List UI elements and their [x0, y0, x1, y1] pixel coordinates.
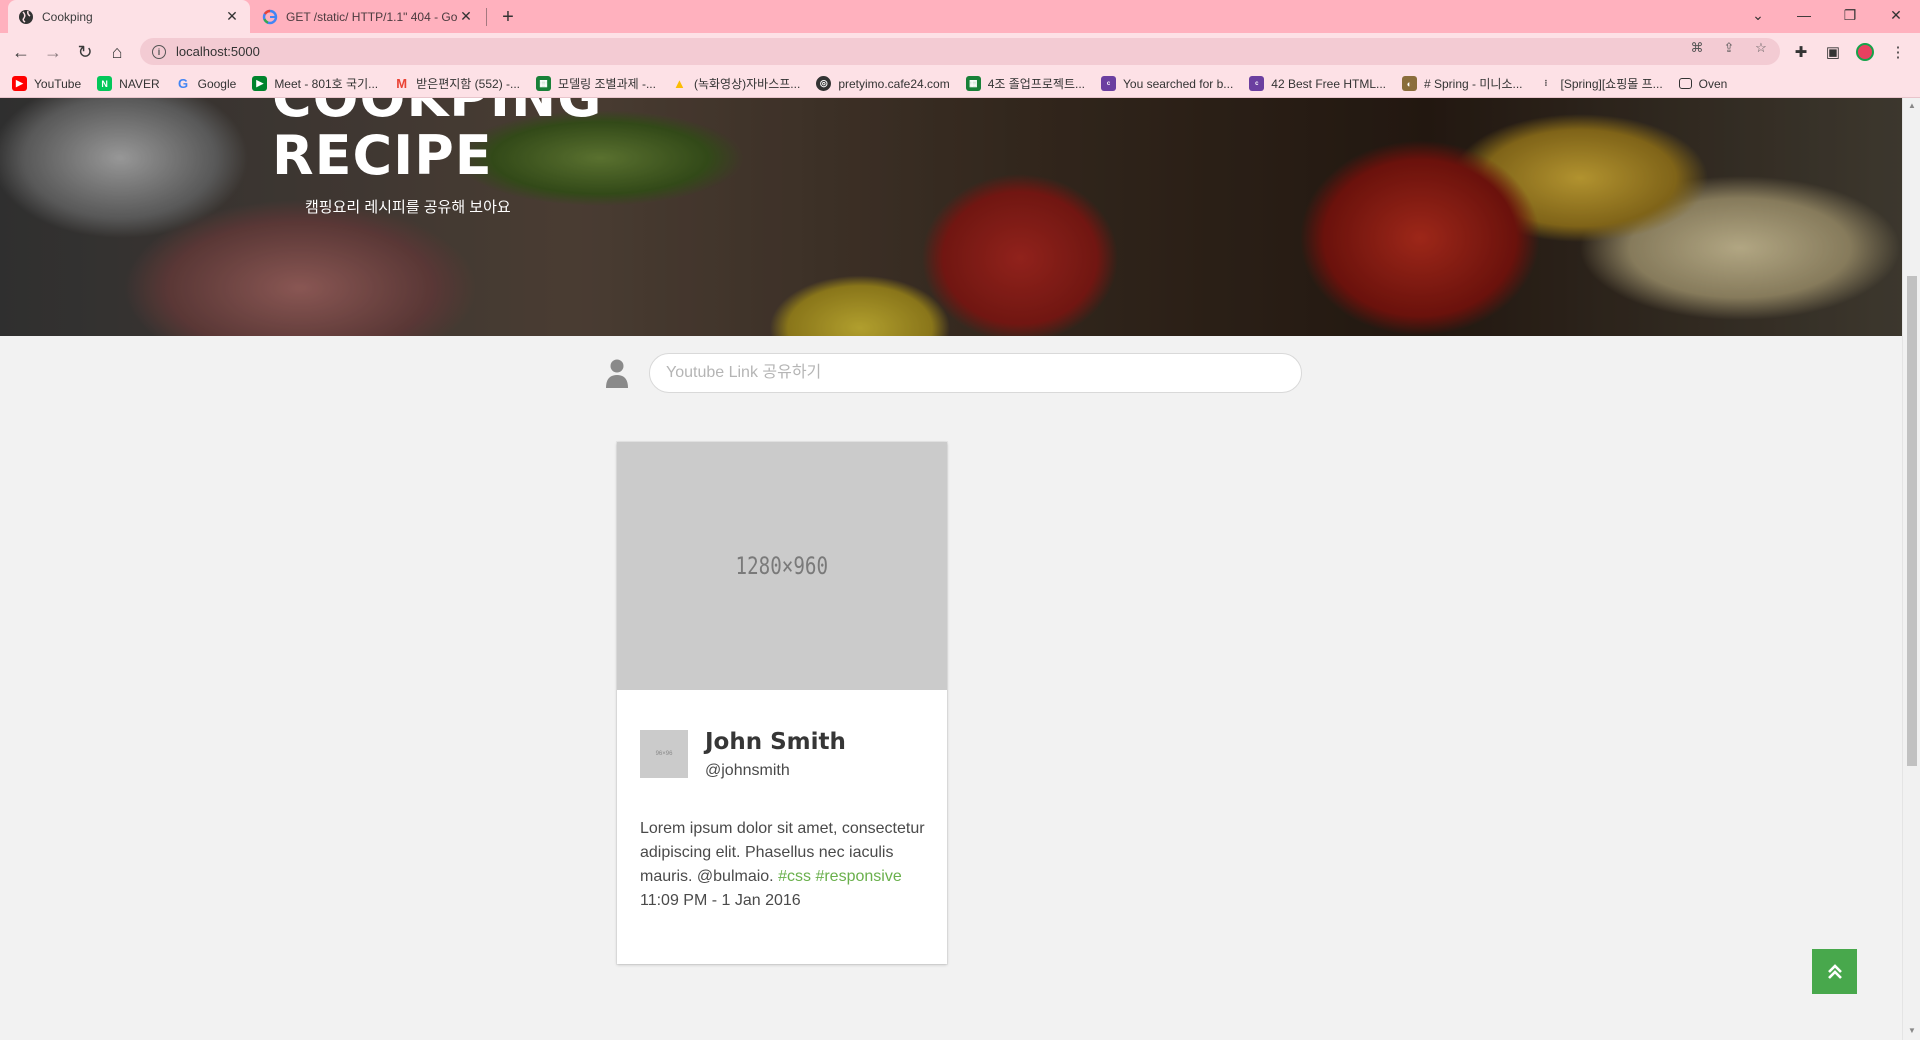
- tab-title: Cookping: [42, 9, 93, 24]
- bookmark-label: 4조 졸업프로젝트...: [987, 77, 1085, 91]
- side-panel-icon[interactable]: ▣: [1823, 42, 1843, 62]
- bookmark-label: Oven: [1698, 76, 1728, 91]
- tab-google-search[interactable]: GET /static/ HTTP/1.1" 404 - Go ✕: [252, 0, 484, 33]
- bookmark-label: # Spring - 미니소...: [1424, 77, 1523, 91]
- page-content: COOKPING RECIPE 캠핑요리 레시피를 공유해 보아요 1280×9…: [0, 98, 1920, 1040]
- home-button[interactable]: ⌂: [104, 39, 130, 65]
- tag-css[interactable]: #css: [778, 868, 811, 885]
- bookmark-drive[interactable]: ▲ (녹화영상)자바스프...: [672, 75, 800, 92]
- bookmark-label: pretyimo.cafe24.com: [838, 76, 950, 91]
- address-bar[interactable]: i localhost:5000: [140, 38, 1780, 65]
- scroll-down-arrow-icon[interactable]: ▼: [1907, 1026, 1917, 1036]
- site-info-icon[interactable]: i: [152, 44, 166, 59]
- card-body: Lorem ipsum dolor sit amet, consectetur …: [640, 817, 930, 913]
- bookmark-label: 받은편지함 (552) -...: [416, 77, 521, 91]
- sheets-icon: ▦: [965, 76, 981, 91]
- scrollbar-thumb[interactable]: [1907, 276, 1917, 766]
- tab-cookping[interactable]: Cookping ✕: [8, 0, 250, 33]
- youtube-icon: ▶: [12, 76, 27, 91]
- user-avatar-icon: [606, 359, 628, 388]
- back-button[interactable]: ←: [8, 39, 34, 65]
- bookmark-label: NAVER: [119, 76, 160, 91]
- author-name: John Smith: [705, 729, 846, 755]
- google-icon: G: [178, 76, 189, 91]
- youtube-link-input[interactable]: [649, 353, 1302, 393]
- author-handle: @johnsmith: [705, 762, 790, 779]
- close-window-button[interactable]: ✕: [1873, 0, 1919, 30]
- bookmark-sheets-2[interactable]: ▦ 4조 졸업프로젝트...: [965, 75, 1085, 92]
- meet-icon: ▶: [252, 76, 268, 91]
- thumb-size-label: 96×96: [655, 751, 673, 757]
- double-chevron-up-icon: [1827, 963, 1842, 979]
- colorlib-icon: c: [1249, 76, 1265, 91]
- colorlib-icon: c: [1101, 76, 1116, 91]
- hero-subtitle: 캠핑요리 레시피를 공유해 보아요: [305, 199, 511, 216]
- image-icon: ◐: [1402, 76, 1417, 91]
- forward-button[interactable]: →: [40, 39, 66, 65]
- bookmark-label: Meet - 801호 국기...: [274, 77, 379, 91]
- drive-icon: ▲: [673, 76, 686, 91]
- share-icon[interactable]: ⇪: [1720, 39, 1738, 57]
- menu-icon[interactable]: ⋮: [1888, 42, 1908, 62]
- hero-title: RECIPE: [272, 124, 493, 187]
- scroll-to-top-button[interactable]: [1812, 949, 1857, 994]
- author-avatar: 96×96: [640, 730, 688, 778]
- sheets-icon: ▦: [536, 76, 552, 91]
- bookmark-sheets[interactable]: ▦ 모델링 조별과제 -...: [536, 75, 656, 92]
- bookmark-oven[interactable]: Oven: [1678, 76, 1728, 91]
- tab-search-icon[interactable]: ⌄: [1735, 0, 1781, 30]
- bookmark-youtube[interactable]: ▶ YouTube: [12, 76, 81, 91]
- reload-button[interactable]: ↻: [72, 39, 98, 65]
- minimize-button[interactable]: —: [1781, 0, 1827, 30]
- post-timestamp: 11:09 PM - 1 Jan 2016: [640, 892, 801, 909]
- bookmark-google[interactable]: G Google: [176, 76, 237, 91]
- tab-title: GET /static/ HTTP/1.1" 404 - Go: [286, 9, 458, 24]
- bookmark-naver[interactable]: N NAVER: [97, 76, 160, 91]
- scroll-up-arrow-icon[interactable]: ▲: [1907, 101, 1917, 111]
- bookmark-label: Google: [197, 76, 237, 91]
- bookmark-label: You searched for b...: [1123, 76, 1234, 91]
- bookmark-colorlib[interactable]: c You searched for b...: [1101, 76, 1233, 91]
- globe-icon: [19, 9, 33, 24]
- recipe-card[interactable]: 1280×960 96×96 John Smith @johnsmith Lor…: [617, 442, 947, 964]
- bookmark-label: YouTube: [34, 76, 82, 91]
- oven-icon: [1678, 78, 1692, 89]
- bookmark-label: 모델링 조별과제 -...: [558, 77, 656, 91]
- translate-icon[interactable]: ⌘: [1688, 39, 1706, 57]
- velog-icon: ⁝: [1544, 78, 1548, 88]
- tab-separator: [486, 8, 487, 26]
- new-tab-button[interactable]: +: [496, 5, 520, 29]
- restore-button[interactable]: ❐: [1827, 0, 1873, 30]
- bookmark-velog[interactable]: ⁝ [Spring][쇼핑몰 프...: [1538, 75, 1663, 92]
- bookmark-spring[interactable]: ◐ # Spring - 미니소...: [1402, 75, 1522, 92]
- globe-icon: ◎: [816, 76, 832, 91]
- naver-icon: N: [97, 76, 113, 91]
- bookmark-colorlib-2[interactable]: c 42 Best Free HTML...: [1249, 76, 1386, 91]
- card-image-placeholder: 1280×960: [617, 442, 947, 690]
- gmail-icon: M: [396, 76, 408, 91]
- image-size-label: 1280×960: [735, 552, 829, 580]
- bookmark-meet[interactable]: ▶ Meet - 801호 국기...: [252, 75, 378, 92]
- bookmark-gmail[interactable]: M 받은편지함 (552) -...: [394, 75, 520, 92]
- bookmark-label: [Spring][쇼핑몰 프...: [1560, 77, 1663, 91]
- bookmark-label: 42 Best Free HTML...: [1271, 76, 1386, 91]
- page-scrollbar[interactable]: ▲ ▼: [1902, 98, 1920, 1040]
- tab-close-icon[interactable]: ✕: [224, 8, 240, 25]
- bookmark-star-icon[interactable]: ☆: [1752, 39, 1770, 57]
- bookmarks-bar: ▶ YouTube N NAVER G Google ▶ Meet - 801호 국기.…: [0, 70, 1920, 98]
- tab-close-icon[interactable]: ✕: [458, 8, 474, 25]
- browser-toolbar: ← → ↻ ⌂ i localhost:5000 ⌘ ⇪ ☆ ✚ ▣ ⋮: [0, 33, 1920, 70]
- tag-responsive[interactable]: #responsive: [815, 868, 901, 885]
- hero-banner: COOKPING RECIPE 캠핑요리 레시피를 공유해 보아요: [0, 98, 1902, 336]
- bookmark-label: (녹화영상)자바스프...: [693, 77, 801, 91]
- profile-avatar[interactable]: [1855, 42, 1875, 62]
- google-icon: [262, 9, 278, 24]
- tab-strip: Cookping ✕ GET /static/ HTTP/1.1" 404 - …: [0, 0, 1920, 33]
- bookmark-pretyimo[interactable]: ◎ pretyimo.cafe24.com: [816, 76, 950, 91]
- url-text: localhost:5000: [176, 44, 260, 59]
- extensions-icon[interactable]: ✚: [1791, 42, 1811, 62]
